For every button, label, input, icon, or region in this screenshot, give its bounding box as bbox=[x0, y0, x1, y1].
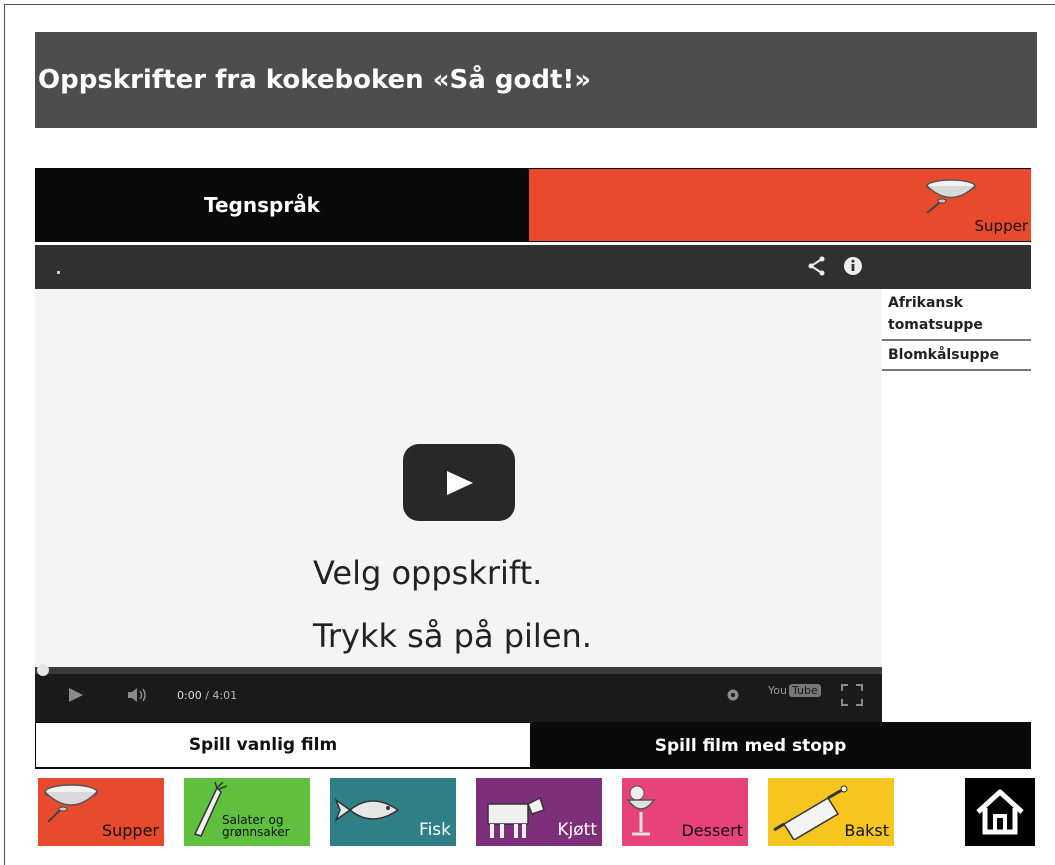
recipe-item-label: Afrikansk tomatsuppe bbox=[888, 295, 983, 333]
category-bakst-label: Bakst bbox=[844, 821, 889, 840]
tab-sign-language[interactable]: Tegnspråk bbox=[35, 168, 529, 242]
info-icon[interactable] bbox=[843, 256, 863, 276]
time-display: 0:00 / 4:01 bbox=[177, 689, 237, 702]
category-salater[interactable]: Salater og grønnsaker bbox=[184, 778, 310, 846]
page-title-text: Oppskrifter fra kokeboken «Så godt!» bbox=[38, 65, 592, 95]
bowl-icon bbox=[926, 179, 976, 214]
progress-bar[interactable] bbox=[35, 667, 882, 674]
youtube-logo[interactable]: You Tube bbox=[768, 684, 821, 697]
category-kjott[interactable]: Kjøtt bbox=[476, 778, 602, 846]
video-title-dot bbox=[57, 271, 60, 274]
video-instruction-line2: Trykk så på pilen. bbox=[313, 617, 592, 655]
tab-supper-category[interactable]: Supper bbox=[529, 169, 1031, 241]
recipe-item[interactable]: Blomkålsuppe bbox=[882, 341, 1031, 371]
play-regular-film-label: Spill vanlig film bbox=[188, 735, 338, 755]
play-film-with-stops-label: Spill film med stopp bbox=[654, 735, 847, 756]
tab-supper-label: Supper bbox=[974, 217, 1028, 235]
play-button[interactable] bbox=[403, 444, 515, 521]
top-tab-bar: Tegnspråk Supper bbox=[35, 168, 1031, 242]
recipe-item-label: Blomkålsuppe bbox=[888, 347, 1000, 363]
youtube-logo-you: You bbox=[768, 684, 787, 697]
settings-gear-icon[interactable] bbox=[726, 688, 740, 702]
youtube-logo-tube: Tube bbox=[788, 684, 821, 697]
scrub-handle[interactable] bbox=[37, 664, 49, 676]
category-dessert[interactable]: Dessert bbox=[622, 778, 748, 846]
carrot-icon bbox=[193, 782, 227, 837]
play-icon bbox=[447, 471, 473, 495]
category-fisk[interactable]: Fisk bbox=[330, 778, 456, 846]
time-current: 0:00 bbox=[177, 689, 202, 702]
category-bakst[interactable]: Bakst bbox=[768, 778, 894, 846]
fullscreen-icon[interactable] bbox=[841, 684, 863, 706]
play-regular-film-button[interactable]: Spill vanlig film bbox=[36, 723, 530, 767]
sundae-icon bbox=[626, 785, 656, 836]
cow-icon bbox=[487, 796, 545, 838]
time-total: / 4:01 bbox=[205, 689, 238, 702]
category-dessert-label: Dessert bbox=[681, 821, 743, 840]
home-icon bbox=[976, 789, 1024, 835]
recipe-list: Afrikansk tomatsuppe Blomkålsuppe bbox=[882, 289, 1031, 371]
control-play-icon[interactable] bbox=[68, 687, 84, 703]
category-fisk-label: Fisk bbox=[419, 820, 451, 840]
video-instruction-line1: Velg oppskrift. bbox=[313, 554, 543, 592]
category-salater-label: Salater og grønnsaker bbox=[222, 813, 290, 839]
bowl-icon bbox=[44, 784, 98, 823]
page-title: Oppskrifter fra kokeboken «Så godt!» bbox=[35, 32, 1037, 128]
category-kjott-label: Kjøtt bbox=[557, 820, 597, 840]
rolling-pin-icon bbox=[773, 785, 848, 840]
play-film-with-stops-button[interactable]: Spill film med stopp bbox=[530, 722, 1031, 769]
recipe-item[interactable]: Afrikansk tomatsuppe bbox=[882, 289, 1031, 341]
fish-icon bbox=[334, 797, 400, 823]
home-button[interactable] bbox=[965, 778, 1035, 846]
playback-mode-tabs: Spill vanlig film Spill film med stopp bbox=[35, 722, 1031, 769]
video-area[interactable]: Velg oppskrift. Trykk så på pilen. bbox=[35, 289, 882, 667]
category-supper-label: Supper bbox=[101, 821, 159, 840]
volume-icon[interactable] bbox=[127, 686, 151, 704]
category-supper[interactable]: Supper bbox=[38, 778, 164, 846]
video-controls: 0:00 / 4:01 You Tube bbox=[35, 664, 882, 722]
share-icon[interactable] bbox=[808, 256, 826, 276]
tab-sign-language-label: Tegnspråk bbox=[204, 193, 320, 217]
video-title-bar bbox=[35, 245, 1031, 289]
